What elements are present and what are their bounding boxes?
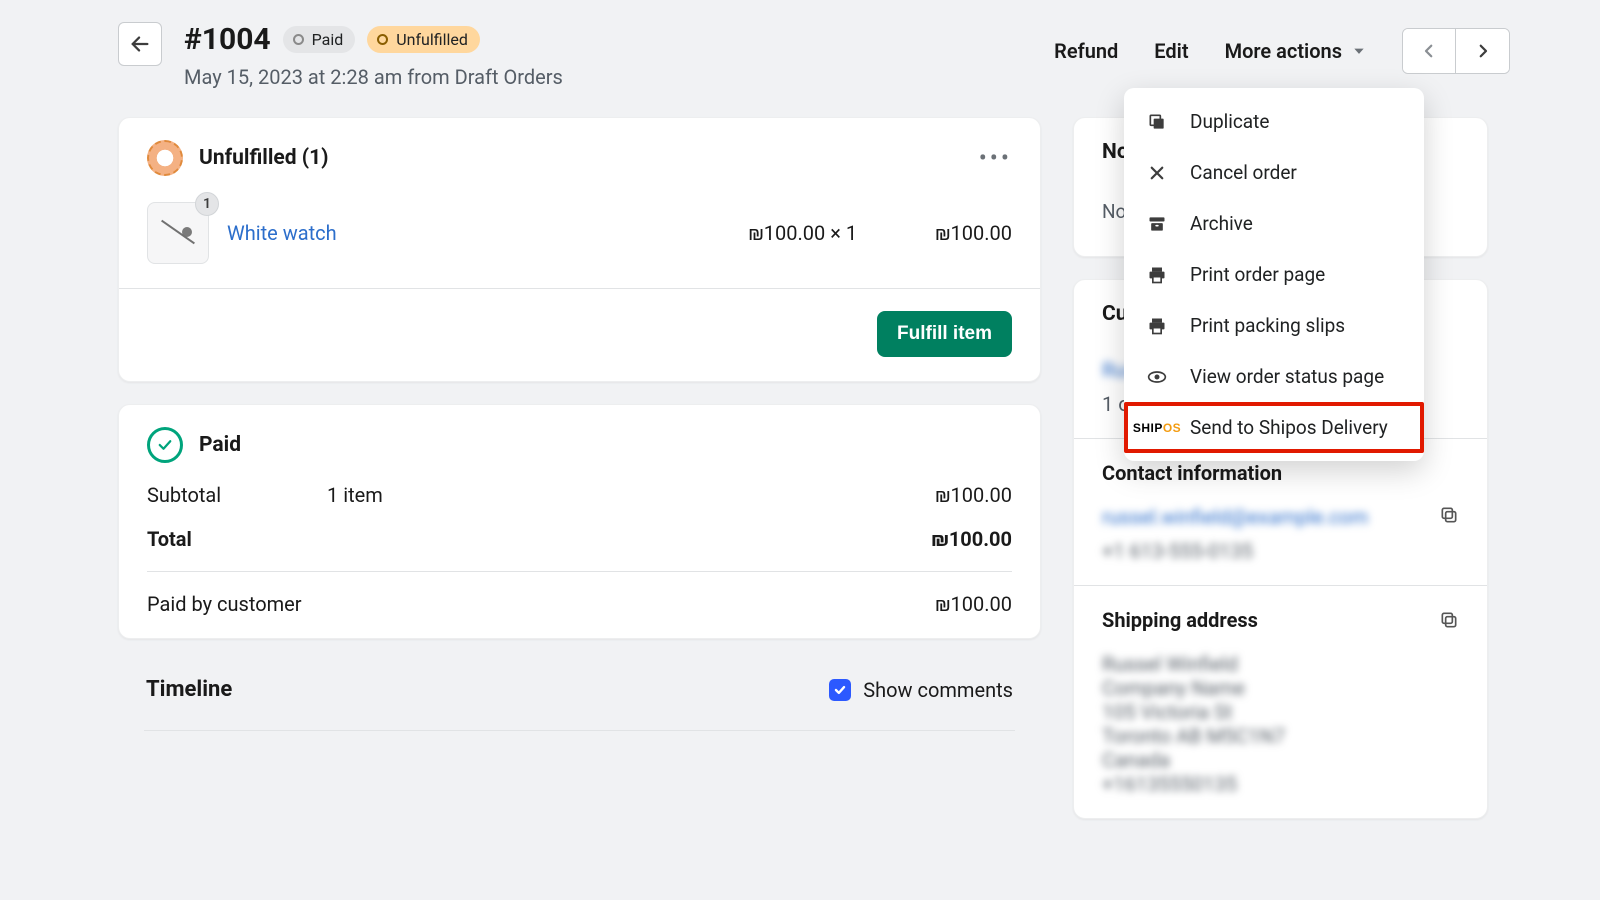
- next-order-button[interactable]: [1456, 29, 1509, 73]
- unit-price: ₪100.00 × 1: [748, 221, 857, 245]
- fulfill-item-button[interactable]: Fulfill item: [877, 311, 1012, 357]
- order-meta: May 15, 2023 at 2:28 am from Draft Order…: [184, 65, 1032, 89]
- refund-button[interactable]: Refund: [1054, 39, 1118, 63]
- edit-button[interactable]: Edit: [1154, 39, 1188, 63]
- paid-by-amount: ₪100.00: [587, 592, 1012, 616]
- menu-print-packing[interactable]: Print packing slips: [1124, 300, 1424, 351]
- unfulfilled-badge: Unfulfilled: [367, 26, 480, 53]
- menu-print-order-label: Print order page: [1190, 263, 1325, 286]
- subtotal-qty: 1 item: [327, 483, 507, 507]
- paid-icon: [147, 427, 183, 463]
- ship-line: +16135550135: [1102, 772, 1459, 796]
- subtotal-label: Subtotal: [147, 483, 327, 507]
- more-actions-label: More actions: [1225, 39, 1342, 63]
- menu-duplicate[interactable]: Duplicate: [1124, 96, 1424, 147]
- checkbox-checked-icon: [829, 679, 851, 701]
- menu-archive-label: Archive: [1190, 212, 1253, 235]
- header-actions: Refund Edit More actions: [1054, 22, 1510, 74]
- status-dot-icon: [293, 34, 304, 45]
- paid-badge: Paid: [283, 26, 356, 53]
- menu-send-shipos-label: Send to Shipos Delivery: [1190, 416, 1388, 439]
- timeline-title: Timeline: [146, 677, 232, 702]
- total-amount: ₪100.00: [507, 527, 1012, 551]
- product-link[interactable]: White watch: [227, 221, 337, 245]
- paid-by-label: Paid by customer: [147, 592, 407, 616]
- contact-phone: +1 613-555-0135: [1102, 539, 1459, 563]
- menu-send-shipos[interactable]: SHIPOS Send to Shipos Delivery: [1124, 402, 1424, 453]
- line-total: ₪100.00: [935, 221, 1012, 245]
- ship-line: 105 Victoria St: [1102, 700, 1459, 724]
- payment-title: Paid: [199, 433, 241, 457]
- ship-line: Canada: [1102, 748, 1459, 772]
- copy-button[interactable]: [1439, 610, 1459, 630]
- menu-cancel-order[interactable]: Cancel order: [1124, 147, 1424, 198]
- paid-badge-label: Paid: [312, 30, 344, 49]
- show-comments-toggle[interactable]: Show comments: [829, 678, 1013, 702]
- ship-line: Russel Winfield: [1102, 652, 1459, 676]
- menu-duplicate-label: Duplicate: [1190, 110, 1269, 133]
- printer-icon: [1146, 316, 1168, 336]
- shipos-logo-icon: SHIPOS: [1146, 421, 1168, 435]
- show-comments-label: Show comments: [863, 678, 1013, 702]
- ship-line: Company Name: [1102, 676, 1459, 700]
- chevron-right-icon: [1474, 42, 1492, 60]
- order-id: #1004: [184, 22, 271, 57]
- fulfillment-title: Unfulfilled (1): [199, 146, 329, 170]
- archive-icon: [1146, 214, 1168, 234]
- shipping-title: Shipping address: [1102, 608, 1258, 632]
- status-dot-icon: [377, 34, 388, 45]
- line-item: 1 White watch ₪100.00 × 1 ₪100.00: [119, 182, 1040, 288]
- prev-order-button[interactable]: [1403, 29, 1456, 73]
- more-actions-button[interactable]: More actions: [1225, 39, 1366, 63]
- duplicate-icon: [1146, 112, 1168, 132]
- item-qty-badge: 1: [195, 192, 219, 216]
- menu-archive[interactable]: Archive: [1124, 198, 1424, 249]
- caret-down-icon: [1352, 44, 1366, 58]
- contact-info-title: Contact information: [1102, 461, 1282, 485]
- order-pager: [1402, 28, 1510, 74]
- eye-icon: [1146, 367, 1168, 387]
- fulfillment-card: Unfulfilled (1) ••• 1 White watch ₪100.0…: [118, 117, 1041, 382]
- menu-view-status-label: View order status page: [1190, 365, 1384, 388]
- menu-print-order[interactable]: Print order page: [1124, 249, 1424, 300]
- timeline-section: Timeline Show comments: [118, 661, 1041, 731]
- contact-email[interactable]: russel.winfield@example.com: [1102, 505, 1459, 529]
- payment-card: Paid Subtotal 1 item ₪100.00 Total ₪100.…: [118, 404, 1041, 639]
- unfulfilled-icon: [147, 140, 183, 176]
- menu-print-packing-label: Print packing slips: [1190, 314, 1345, 337]
- printer-icon: [1146, 265, 1168, 285]
- chevron-left-icon: [1420, 42, 1438, 60]
- back-button[interactable]: [118, 22, 162, 66]
- ship-line: Toronto AB M5C1N7: [1102, 724, 1459, 748]
- arrow-left-icon: [129, 33, 151, 55]
- fulfillment-menu-button[interactable]: •••: [979, 144, 1012, 172]
- more-actions-menu: Duplicate Cancel order Archive Print ord…: [1124, 88, 1424, 461]
- menu-view-status[interactable]: View order status page: [1124, 351, 1424, 402]
- menu-cancel-label: Cancel order: [1190, 161, 1297, 184]
- title-block: #1004 Paid Unfulfilled May 15, 2023 at 2…: [184, 22, 1032, 89]
- close-icon: [1146, 164, 1168, 182]
- order-header: #1004 Paid Unfulfilled May 15, 2023 at 2…: [118, 22, 1510, 89]
- unfulfilled-badge-label: Unfulfilled: [396, 30, 468, 49]
- total-label: Total: [147, 527, 327, 551]
- subtotal-amount: ₪100.00: [507, 483, 1012, 507]
